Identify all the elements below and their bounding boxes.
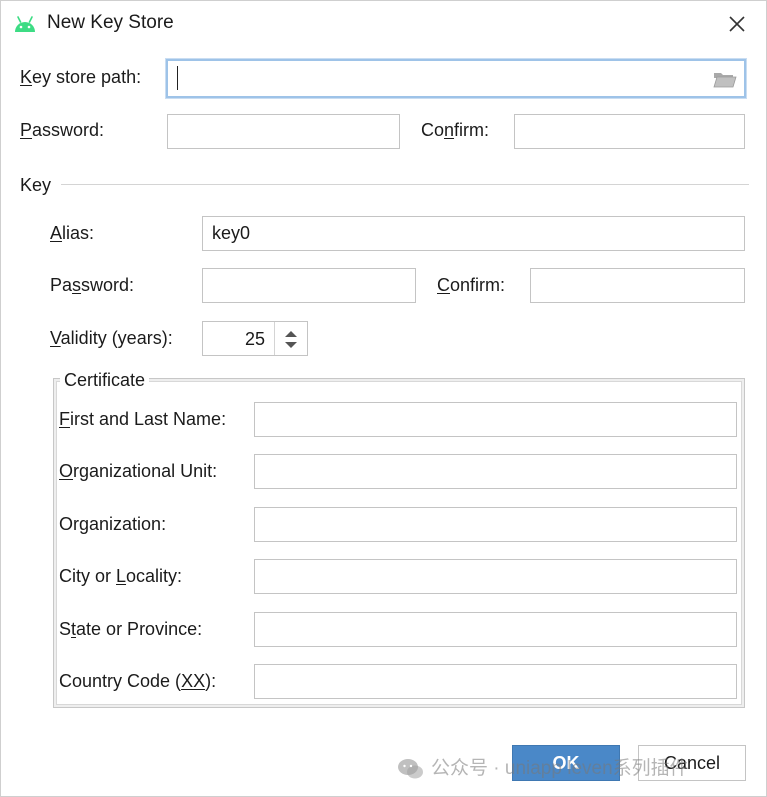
country-code-field[interactable] xyxy=(254,664,737,699)
state-label: State or Province: xyxy=(59,619,203,639)
organization-label: Organization: xyxy=(59,514,167,534)
alias-field[interactable] xyxy=(202,216,745,251)
new-key-store-dialog: New Key Store Key store path: Password: … xyxy=(0,0,767,797)
validity-label: Validity (years): xyxy=(50,328,173,348)
keystore-confirm-field[interactable] xyxy=(514,114,745,149)
key-confirm-label: Confirm: xyxy=(437,275,506,295)
organization-field[interactable] xyxy=(254,507,737,542)
wechat-icon xyxy=(398,758,423,779)
validity-value: 25 xyxy=(244,329,265,349)
key-confirm-field[interactable] xyxy=(530,268,745,303)
first-last-name-label: First and Last Name: xyxy=(59,409,227,429)
section-divider xyxy=(61,184,749,185)
state-field[interactable] xyxy=(254,612,737,647)
spin-down-icon[interactable] xyxy=(284,341,298,349)
keystore-confirm-label: Confirm: xyxy=(421,120,490,140)
key-store-path-input[interactable] xyxy=(166,59,746,98)
spin-up-icon[interactable] xyxy=(284,330,298,338)
org-unit-field[interactable] xyxy=(254,454,737,489)
folder-icon[interactable] xyxy=(713,69,737,89)
alias-label: Alias: xyxy=(50,223,95,243)
ok-button[interactable]: OK xyxy=(512,745,620,781)
key-section-label: Key xyxy=(20,175,52,195)
key-store-path-label: Key store path: xyxy=(20,67,142,87)
cancel-button[interactable]: Cancel xyxy=(638,745,746,781)
keystore-password-field[interactable] xyxy=(167,114,400,149)
first-last-name-field[interactable] xyxy=(254,402,737,437)
validity-spinner[interactable]: 25 xyxy=(202,321,308,356)
org-unit-label: Organizational Unit: xyxy=(59,461,218,481)
title-bar: New Key Store xyxy=(1,1,766,47)
close-icon[interactable] xyxy=(724,11,750,37)
key-password-field[interactable] xyxy=(202,268,416,303)
keystore-password-label: Password: xyxy=(20,120,105,140)
text-caret xyxy=(177,66,178,90)
spinner-separator xyxy=(274,322,275,355)
key-password-label: Password: xyxy=(50,275,135,295)
dialog-title: New Key Store xyxy=(47,12,174,33)
android-icon xyxy=(15,16,35,32)
certificate-title: Certificate xyxy=(60,370,150,391)
city-label: City or Locality: xyxy=(59,566,183,586)
city-field[interactable] xyxy=(254,559,737,594)
country-code-label: Country Code (XX): xyxy=(59,671,217,691)
